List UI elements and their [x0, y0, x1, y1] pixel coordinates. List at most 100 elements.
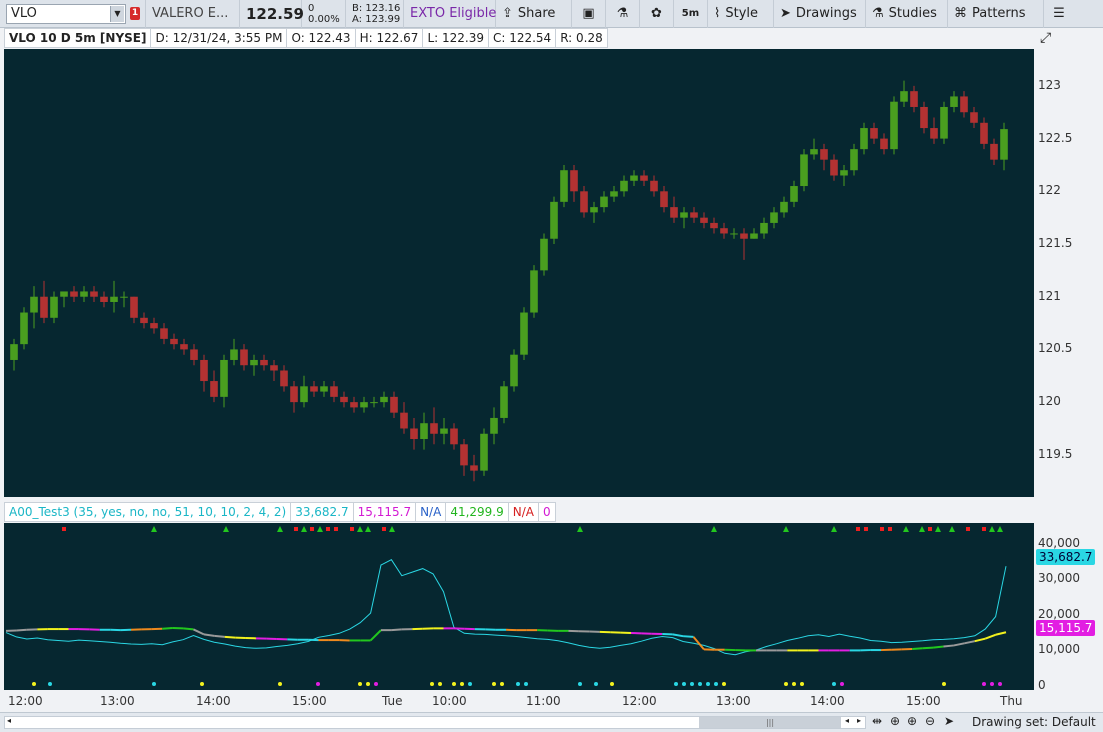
candle-body [810, 149, 818, 155]
time-axis-tick: Thu [1000, 694, 1023, 708]
sell-signal-marker [888, 527, 892, 531]
candle-body [120, 296, 128, 298]
base-series-segment [193, 628, 205, 636]
indicator-value-3: N/A [416, 503, 447, 521]
cursor-icon: ➤ [780, 6, 791, 21]
exto-eligible[interactable]: EXTO Eligible [404, 0, 496, 28]
indicator-value-4: 41,299.9 [446, 503, 509, 521]
style-button[interactable]: ⌇ Style [708, 0, 774, 28]
candle-body [510, 354, 518, 387]
menu-button[interactable]: ☰ [1044, 0, 1074, 28]
signal-dot [524, 682, 528, 686]
indicator-name[interactable]: A00_Test3 (35, yes, no, no, 51, 10, 10, … [5, 503, 292, 521]
sell-signal-marker [382, 527, 386, 531]
candle-body [940, 106, 948, 139]
signal-dot [690, 682, 694, 686]
alert-badge[interactable]: 1 [130, 6, 140, 20]
buy-signal-marker [389, 526, 395, 532]
base-series-segment [932, 645, 944, 649]
crosshair-icon[interactable]: ⊕ [890, 714, 900, 728]
snapshot-button[interactable]: ▣ [572, 0, 606, 28]
buy-signal-marker [919, 526, 925, 532]
candle-body [490, 417, 498, 434]
price-axis[interactable]: 123 122.5 122 121.5 121 120.5 120 119.5 [1034, 49, 1103, 497]
signal-dot [698, 682, 702, 686]
zoom-in-icon[interactable]: ⊕ [907, 714, 917, 728]
last-price: 122.59 [240, 0, 304, 28]
share-button[interactable]: ⇪ Share [496, 0, 572, 28]
buy-signal-marker [711, 526, 717, 532]
share-icon: ⇪ [502, 6, 513, 21]
top-toolbar: VLO ▼ 1 VALERO E... 122.59 0 0.00% B: 12… [0, 0, 1103, 28]
signal-dot [374, 682, 378, 686]
candle-body [970, 112, 978, 123]
candle-body [80, 291, 88, 297]
candle-body [70, 291, 78, 297]
candle-body [260, 359, 268, 366]
patterns-label: Patterns [972, 6, 1026, 21]
time-axis-tick: 13:00 [716, 694, 751, 708]
candle-body [700, 217, 708, 223]
scroll-right-icon[interactable]: ▸ [857, 716, 861, 725]
patterns-button[interactable]: ⌘ Patterns [948, 0, 1044, 28]
candle-body [370, 402, 378, 404]
base-series-segment [16, 628, 27, 632]
timeframe-button[interactable]: 5m [674, 0, 708, 28]
candle-body [250, 359, 258, 366]
symbol-dropdown-icon[interactable]: ▼ [110, 5, 124, 22]
candle-body [1000, 129, 1008, 160]
time-axis-tick: 11:00 [526, 694, 561, 708]
change-box: 0 0.00% [302, 0, 346, 28]
candle-body [420, 423, 428, 440]
candle-body [300, 386, 308, 403]
pointer-icon[interactable]: ➤ [944, 714, 954, 728]
symbol-input[interactable]: VLO ▼ [6, 3, 126, 24]
candle-body [920, 106, 928, 129]
horizontal-scrollbar[interactable]: ◂ ||| ◂ ▸ [4, 716, 866, 729]
candle-body [190, 349, 198, 360]
indicator-axis-tick: 20,000 [1038, 606, 1080, 621]
pan-icon[interactable]: ⇹ [872, 714, 882, 728]
time-axis-tick: Tue [382, 694, 403, 708]
info-high: H: 122.67 [356, 29, 424, 47]
scroll-left-icon[interactable]: ◂ [7, 716, 11, 725]
signal-dot [674, 682, 678, 686]
candle-body [750, 233, 758, 239]
buy-signal-marker [831, 526, 837, 532]
buy-signal-marker [151, 526, 157, 532]
scroll-thumb[interactable]: ||| [699, 717, 841, 728]
chart-info-bar: VLO 10 D 5m [NYSE] D: 12/31/24, 3:55 PM … [4, 28, 608, 48]
candle-body [160, 328, 168, 339]
price-axis-tick: 122 [1038, 183, 1061, 198]
indicator-chart[interactable] [4, 523, 1034, 690]
candle-body [830, 159, 838, 176]
company-name[interactable]: VALERO E... [146, 0, 240, 28]
price-axis-tick: 121.5 [1038, 236, 1073, 250]
candle-body [30, 296, 38, 313]
price-axis-tick: 122.5 [1038, 130, 1073, 145]
candle-body [710, 222, 718, 229]
time-axis[interactable]: 12:00 13:00 14:00 15:00 Tue 10:00 11:00 12:00 13… [4, 690, 1034, 712]
base-series-segment [683, 635, 694, 638]
drawing-set-label[interactable]: Drawing set: Default [972, 715, 1096, 729]
buy-signal-marker [989, 526, 995, 532]
zoom-out-icon[interactable]: ⊖ [925, 714, 935, 728]
base-series-segment [672, 633, 684, 638]
candle-body [670, 207, 678, 218]
drawings-button[interactable]: ➤ Drawings [774, 0, 866, 28]
time-axis-tick: 10:00 [432, 694, 467, 708]
settings-button[interactable]: ✿ [640, 0, 674, 28]
candle-body [840, 170, 848, 176]
expand-icon[interactable]: ⤢ [1040, 30, 1051, 46]
buy-signal-marker [317, 526, 323, 532]
price-chart[interactable] [4, 49, 1034, 497]
signal-dot [990, 682, 994, 686]
chart-title[interactable]: VLO 10 D 5m [NYSE] [5, 29, 152, 47]
bid-ask-box: B: 123.16 A: 123.99 [346, 0, 404, 28]
time-axis-tick: 14:00 [810, 694, 845, 708]
candle-body [520, 312, 528, 355]
studies-button[interactable]: ⚗ Studies [866, 0, 948, 28]
price-axis-tick: 123 [1038, 77, 1061, 92]
scroll-left-end-icon[interactable]: ◂ [845, 716, 849, 725]
flask-button[interactable]: ⚗ [606, 0, 640, 28]
